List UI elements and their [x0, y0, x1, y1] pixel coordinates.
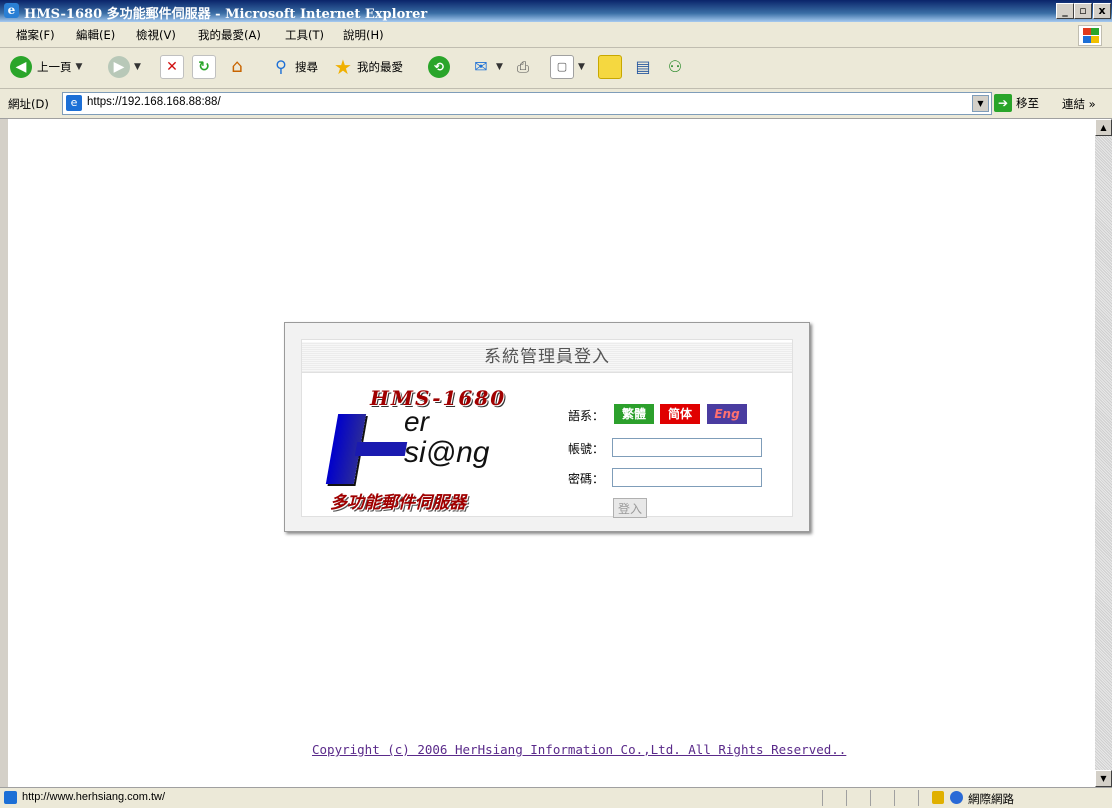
go-button[interactable]: ➔ 移至 [994, 94, 1039, 112]
security-zone-label: 網際網路 [968, 792, 1014, 806]
close-button[interactable]: x [1093, 3, 1111, 19]
discuss-button[interactable] [598, 54, 622, 80]
address-input[interactable]: e https://192.168.168.88:88/ ▼ [62, 92, 992, 115]
history-icon: ⟲ [428, 56, 450, 78]
address-bar: 網址(D) e https://192.168.168.88:88/ ▼ ➔ 移… [0, 89, 1112, 119]
copyright-link[interactable]: Copyright (c) 2006 HerHsiang Information… [312, 742, 846, 757]
toolbar: ◀ 上一頁 ▼ ▶ ▼ ✕ ↻ ⌂ ⚲ 搜尋 ★ 我的最愛 ⟲ ✉ ▼ ⎙ ▢ … [0, 48, 1112, 89]
menu-help[interactable]: 說明(H) [343, 27, 384, 43]
menu-tools[interactable]: 工具(T) [285, 27, 324, 43]
home-icon: ⌂ [231, 56, 243, 77]
go-arrow-icon: ➔ [994, 94, 1012, 112]
stop-button[interactable]: ✕ [160, 54, 184, 80]
address-label: 網址(D) [8, 97, 49, 111]
refresh-icon: ↻ [192, 55, 216, 79]
mail-button[interactable]: ✉ ▼ [470, 54, 503, 80]
window-title: HMS-1680 多功能郵件伺服器 - Microsoft Internet E… [24, 7, 428, 22]
print-button[interactable]: ⎙ [512, 54, 534, 80]
page-icon [4, 791, 17, 804]
logo-her-text: er [404, 406, 429, 437]
status-pane [822, 790, 823, 806]
lang-traditional-button[interactable]: 繁體 [614, 404, 654, 424]
lock-icon [932, 791, 944, 804]
lang-english-button[interactable]: Eng [707, 404, 747, 424]
printer-icon: ⎙ [516, 58, 529, 76]
status-text: http://www.herhsiang.com.tw/ [22, 791, 166, 803]
status-pane [846, 790, 847, 806]
login-title: 系統管理員登入 [302, 342, 792, 373]
search-icon: ⚲ [275, 57, 287, 76]
status-pane [894, 790, 895, 806]
address-url[interactable]: https://192.168.168.88:88/ [87, 96, 221, 108]
forward-arrow-icon: ▶ [108, 56, 130, 78]
mail-icon: ✉ [474, 57, 488, 76]
chevron-down-icon[interactable]: ▼ [972, 95, 989, 112]
chevron-down-icon: ▼ [496, 62, 503, 72]
research-button[interactable]: ▤ [632, 54, 654, 80]
forward-button[interactable]: ▶ ▼ [108, 54, 141, 80]
window-title-bar: e HMS-1680 多功能郵件伺服器 - Microsoft Internet… [0, 0, 1112, 22]
menu-bar: 檔案(F) 編輯(E) 檢視(V) 我的最愛(A) 工具(T) 說明(H) [0, 22, 1112, 48]
scroll-down-icon[interactable]: ▼ [1095, 770, 1112, 787]
lang-simplified-button[interactable]: 简体 [660, 404, 700, 424]
star-icon: ★ [334, 55, 352, 79]
maximize-button[interactable]: ▫ [1074, 3, 1092, 19]
back-label: 上一頁 [37, 60, 72, 74]
search-button[interactable]: ⚲ 搜尋 [270, 54, 318, 80]
home-button[interactable]: ⌂ [226, 54, 248, 80]
password-input[interactable] [612, 468, 762, 487]
menu-favorites[interactable]: 我的最愛(A) [198, 27, 261, 43]
note-icon [598, 55, 622, 79]
back-arrow-icon: ◀ [10, 56, 32, 78]
research-icon: ▤ [635, 57, 651, 76]
messenger-button[interactable]: ⚇ [664, 54, 686, 80]
favorites-button[interactable]: ★ 我的最愛 [332, 54, 403, 80]
messenger-icon: ⚇ [667, 57, 683, 76]
logo-subtitle: 多功能郵件伺服器 [330, 493, 466, 513]
password-label: 密碼： [568, 472, 605, 486]
logo-siang-text: si@ng [404, 436, 490, 469]
windows-logo-icon [1078, 25, 1102, 46]
go-label: 移至 [1016, 96, 1039, 110]
status-pane [918, 790, 919, 806]
logo-h-bar [354, 442, 408, 456]
edit-button[interactable]: ▢ ▼ [550, 54, 585, 80]
menu-view[interactable]: 檢視(V) [136, 27, 176, 43]
page-icon: e [66, 95, 82, 111]
login-button[interactable]: 登入 [613, 498, 647, 518]
history-button[interactable]: ⟲ [428, 54, 450, 80]
chevron-down-icon: ▼ [578, 62, 585, 72]
back-button[interactable]: ◀ 上一頁 ▼ [10, 54, 82, 80]
menu-edit[interactable]: 編輯(E) [76, 27, 115, 43]
vertical-scrollbar[interactable]: ▲ ▼ [1095, 119, 1112, 787]
globe-icon [950, 791, 963, 804]
window-border [0, 119, 8, 787]
account-label: 帳號： [568, 442, 605, 456]
login-panel-body: 系統管理員登入 HMS-1680 er si@ng 多功能郵件伺服器 語系： 繁… [301, 339, 793, 518]
menu-file[interactable]: 檔案(F) [16, 27, 55, 43]
links-button[interactable]: 連結 » [1062, 96, 1096, 112]
chevron-down-icon: ▼ [75, 62, 83, 72]
ie-icon: e [4, 3, 19, 18]
account-input[interactable] [612, 438, 762, 457]
edit-icon: ▢ [550, 55, 574, 79]
status-pane [870, 790, 871, 806]
search-label: 搜尋 [295, 60, 318, 74]
herhsiang-logo: HMS-1680 er si@ng 多功能郵件伺服器 [325, 384, 528, 513]
language-label: 語系： [568, 409, 605, 423]
login-panel: 系統管理員登入 HMS-1680 er si@ng 多功能郵件伺服器 語系： 繁… [284, 322, 810, 532]
favorites-label: 我的最愛 [357, 60, 403, 74]
stop-icon: ✕ [160, 55, 184, 79]
minimize-button[interactable]: _ [1056, 3, 1074, 19]
chevron-down-icon: ▼ [134, 62, 141, 72]
scroll-up-icon[interactable]: ▲ [1095, 119, 1112, 136]
refresh-button[interactable]: ↻ [192, 54, 216, 80]
logo-model-text: HMS-1680 [370, 386, 507, 410]
status-bar: http://www.herhsiang.com.tw/ 網際網路 [0, 787, 1112, 808]
